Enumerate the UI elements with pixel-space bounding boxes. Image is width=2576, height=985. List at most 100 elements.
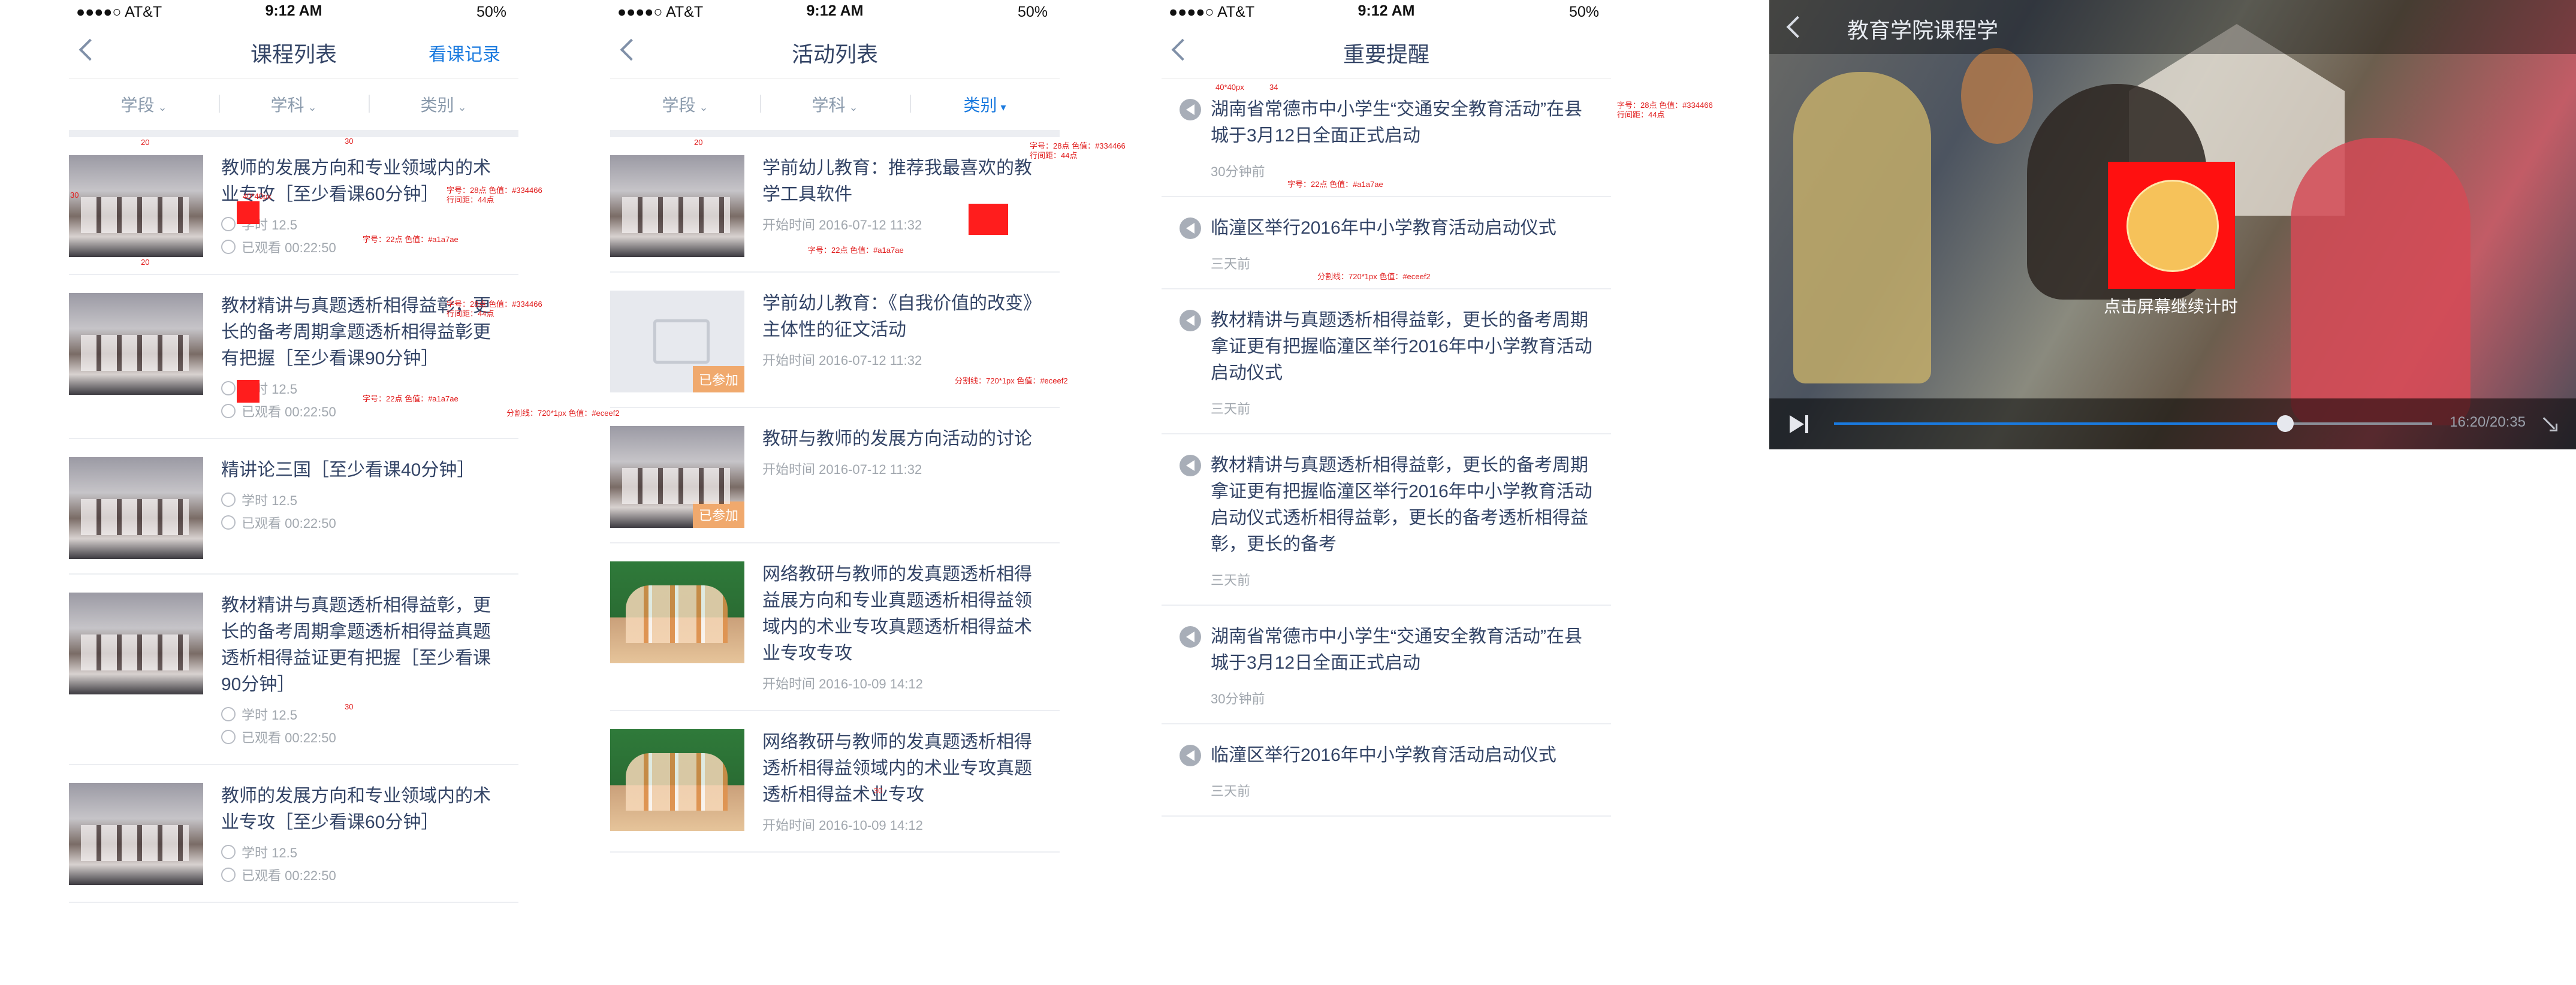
title-spec-annotation: 字号：28点 色值：#334466 行间距：44点: [447, 186, 542, 204]
reminder-time: 三天前: [1211, 401, 1251, 416]
course-thumbnail: [69, 457, 203, 559]
status-bar: ●●●●○ AT&T 9:12 AM 50%: [610, 0, 1060, 24]
watch-history-link[interactable]: 看课记录: [429, 40, 500, 66]
page-title: 活动列表: [791, 42, 878, 67]
spacing-annotation: 34: [1269, 83, 1278, 92]
filter-bar: 学段 ⌄ 学科 ⌄ 类别 ⌄: [69, 78, 518, 137]
progress-knob[interactable]: [2277, 415, 2294, 432]
chevron-down-icon: ⌄: [457, 101, 467, 113]
course-hours: 学时 12.5: [242, 845, 297, 860]
course-item[interactable]: 精讲论三国［至少看课40分钟］ 学时 12.5 已观看 00:22:50: [69, 439, 518, 575]
divider-spec-annotation: 分割线：720*1px 色值：#eceef2: [506, 409, 620, 418]
meta-spec-annotation: 字号：22点 色值：#a1a7ae: [1287, 180, 1383, 189]
battery-level: 50%: [1017, 4, 1048, 20]
activity-item[interactable]: 已参加 学前幼儿教育：《自我价值的改变》主体性的征文活动 开始时间 2016-0…: [610, 273, 1060, 408]
chevron-down-icon: ⌄: [849, 101, 858, 113]
reminder-title: 湖南省常德市中小学生“交通安全教育活动”在县城于3月12日全面正式启动: [1211, 99, 1582, 146]
course-item[interactable]: 教师的发展方向和专业领域内的术业专攻［至少看课60分钟］ 学时 12.5 已观看…: [69, 137, 518, 275]
activity-list: 学前幼儿教育：推荐我最喜欢的教学工具软件 开始时间 2016-07-12 11:…: [610, 137, 1060, 853]
activity-title: 网络教研与教师的发真题透析相得透析相得益领域内的术业专攻真题透析相得益术业专攻: [762, 732, 1032, 805]
activity-title: 网络教研与教师的发真题透析相得益展方向和专业真题透析相得益领域内的术业专攻真题透…: [762, 564, 1032, 663]
joined-badge: 已参加: [692, 501, 744, 528]
spacing-annotation: 20: [694, 138, 703, 147]
icon-size-marker: [237, 380, 260, 403]
chevron-down-icon: ⌄: [307, 101, 317, 113]
course-list: 教师的发展方向和专业领域内的术业专攻［至少看课60分钟］ 学时 12.5 已观看…: [69, 137, 518, 903]
progress-track[interactable]: [1834, 415, 2432, 432]
title-spec-annotation: 字号：28点 色值：#334466 行间距：44点: [1617, 101, 1713, 119]
filter-subject[interactable]: 学科 ⌄: [219, 92, 369, 116]
filter-category[interactable]: 类别 ▾: [910, 92, 1060, 116]
reminder-time: 30分钟前: [1211, 164, 1265, 179]
reminder-item[interactable]: 湖南省常德市中小学生“交通安全教育活动”在县城于3月12日全面正式启动 30分钟…: [1162, 78, 1611, 197]
course-thumbnail: [69, 293, 203, 395]
course-list-screen: ●●●●○ AT&T 9:12 AM 50% 课程列表 看课记录 学段 ⌄ 学科 ⌄…: [69, 0, 620, 985]
hours-icon: [221, 707, 236, 721]
course-watched: 已观看 00:22:50: [242, 730, 336, 745]
reminder-title: 临潼区举行2016年中小学教育活动启动仪式: [1211, 218, 1557, 238]
activity-thumbnail: [610, 561, 744, 663]
activity-item[interactable]: 网络教研与教师的发真题透析相得益展方向和专业真题透析相得益领域内的术业专攻真题透…: [610, 543, 1060, 711]
chevron-down-icon: ▾: [1000, 101, 1006, 113]
hours-icon: [221, 217, 236, 231]
activity-title: 学前幼儿教育：推荐我最喜欢的教学工具软件: [762, 158, 1032, 204]
spacing-annotation: 20: [141, 138, 150, 147]
spacing-annotation: 30: [874, 786, 883, 795]
course-item[interactable]: 教材精讲与真题透析相得益彰，更长的备考周期拿题透析相得益真题透析相得益证更有把握…: [69, 575, 518, 765]
activity-thumbnail: 已参加: [610, 426, 744, 528]
activity-item[interactable]: 已参加 教研与教师的发展方向活动的讨论 开始时间 2016-07-12 11:3…: [610, 408, 1060, 543]
progress-fill: [1834, 422, 2286, 425]
course-item[interactable]: 教师的发展方向和专业领域内的术业专攻［至少看课60分钟］ 学时 12.5 已观看…: [69, 765, 518, 903]
activity-thumbnail: [610, 729, 744, 831]
status-bar: ●●●●○ AT&T 9:12 AM 50%: [1162, 0, 1611, 24]
video-frame: [1793, 72, 1931, 383]
spacing-annotation: 20: [141, 258, 150, 267]
title-spec-annotation: 字号：28点 色值：#334466 行间距：44点: [1030, 141, 1126, 160]
reminder-time: 30分钟前: [1211, 691, 1265, 706]
activity-start-time: 开始时间 2016-10-09 14:12: [762, 818, 923, 833]
reminder-title: 临潼区举行2016年中小学教育活动启动仪式: [1211, 745, 1557, 765]
reminder-item[interactable]: 教材精讲与真题透析相得益彰，更长的备考周期拿证更有把握临潼区举行2016年中小学…: [1162, 434, 1611, 606]
playback-time: 16:20/20:35: [2450, 414, 2526, 430]
hours-icon: [221, 381, 236, 395]
reminder-title: 湖南省常德市中小学生“交通安全教育活动”在县城于3月12日全面正式启动: [1211, 627, 1582, 673]
activity-item[interactable]: 网络教研与教师的发真题透析相得透析相得益领域内的术业专攻真题透析相得益术业专攻 …: [610, 711, 1060, 853]
hours-icon: [221, 845, 236, 859]
status-bar: ●●●●○ AT&T 9:12 AM 50%: [69, 0, 518, 24]
reminder-item[interactable]: 湖南省常德市中小学生“交通安全教育活动”在县城于3月12日全面正式启动 30分钟…: [1162, 606, 1611, 724]
nav-bar: 课程列表 看课记录: [69, 24, 518, 78]
exit-fullscreen-icon[interactable]: [2540, 414, 2558, 432]
spacing-annotation: 30: [70, 191, 79, 200]
back-icon[interactable]: [1784, 14, 1808, 38]
battery-level: 50%: [476, 4, 506, 20]
video-control-bar: 16:20/20:35: [1769, 398, 2576, 449]
course-title: 精讲论三国［至少看课40分钟］: [221, 460, 475, 480]
reminder-item[interactable]: 教材精讲与真题透析相得益彰，更长的备考周期拿证更有把握临潼区举行2016年中小学…: [1162, 289, 1611, 434]
course-watched: 已观看 00:22:50: [242, 240, 336, 255]
icon-spec-annotation: 40*40px: [1215, 83, 1244, 92]
video-player[interactable]: 教育学院课程学 点击屏幕继续计时 16:20/20:35: [1769, 0, 2576, 449]
video-frame: [2291, 138, 2471, 425]
divider-spec-annotation: 分割线：720*1px 色值：#eceef2: [1317, 272, 1431, 281]
announcement-icon: [1180, 626, 1201, 648]
filter-category[interactable]: 类别 ⌄: [369, 92, 518, 116]
resume-timer-button[interactable]: [2126, 180, 2219, 272]
spacing-annotation: 30: [345, 137, 354, 146]
reminder-time: 三天前: [1211, 573, 1251, 588]
course-hours: 学时 12.5: [242, 493, 297, 508]
play-next-icon[interactable]: [1790, 415, 1810, 433]
battery-level: 50%: [1568, 4, 1599, 20]
course-thumbnail: [69, 783, 203, 885]
filter-subject[interactable]: 学科 ⌄: [760, 92, 910, 116]
filter-stage[interactable]: 学段 ⌄: [69, 92, 219, 116]
course-watched: 已观看 00:22:50: [242, 516, 336, 531]
activity-thumbnail: [610, 155, 744, 257]
video-frame: [1961, 48, 2033, 144]
activity-start-time: 开始时间 2016-07-12 11:32: [762, 462, 922, 477]
reminder-list: 湖南省常德市中小学生“交通安全教育活动”在县城于3月12日全面正式启动 30分钟…: [1162, 78, 1611, 817]
reminder-item[interactable]: 临潼区举行2016年中小学教育活动启动仪式 三天前: [1162, 724, 1611, 817]
filter-stage[interactable]: 学段 ⌄: [610, 92, 760, 116]
joined-badge: 已参加: [692, 366, 744, 392]
nav-bar: 重要提醒: [1162, 24, 1611, 78]
activity-start-time: 开始时间 2016-07-12 11:32: [762, 353, 922, 368]
